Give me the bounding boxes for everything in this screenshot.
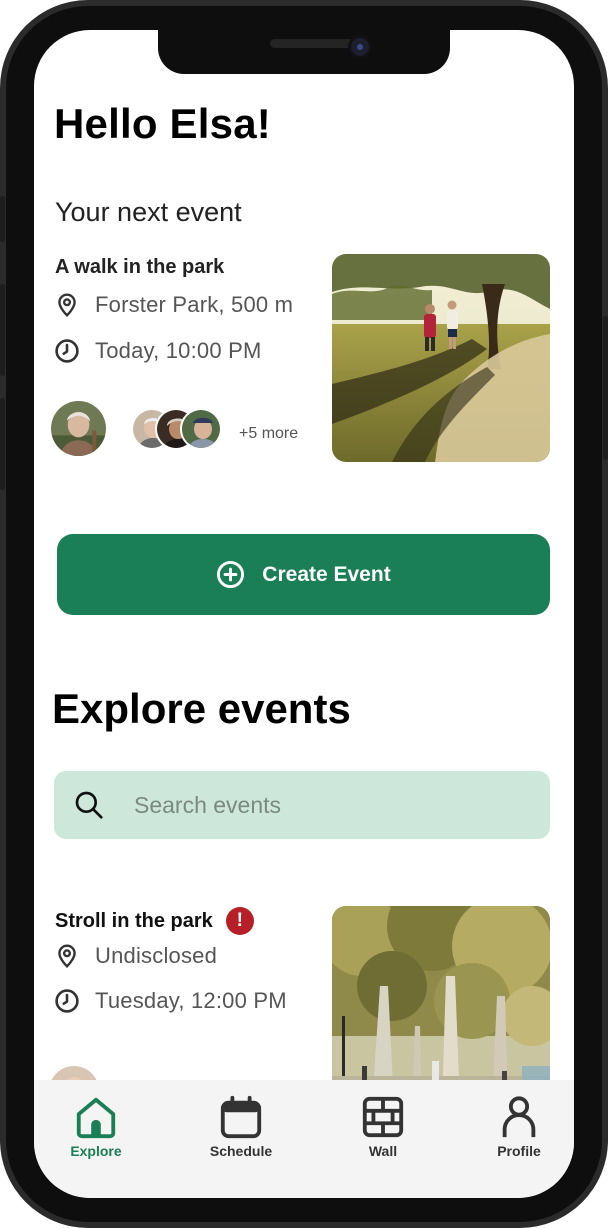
add-circle-icon [217, 560, 245, 589]
next-event-title: A walk in the park [55, 256, 225, 278]
next-event-time-row: Today, 10:00 PM [54, 338, 261, 364]
next-event-time: Today, 10:00 PM [95, 338, 262, 363]
greeting-title: Hello Elsa! [54, 100, 271, 147]
calendar-icon [220, 1095, 262, 1139]
event-location-row: Undisclosed [54, 943, 217, 969]
tab-explore[interactable]: Explore [41, 1094, 151, 1159]
home-icon [76, 1097, 116, 1139]
search-bar[interactable] [54, 771, 550, 839]
create-event-button[interactable]: Create Event [57, 534, 550, 615]
alert-icon: ! [225, 907, 254, 935]
organizer-avatar[interactable] [49, 399, 108, 458]
search-icon [75, 791, 103, 819]
tab-label: Explore [70, 1143, 122, 1159]
tab-schedule[interactable]: Schedule [186, 1094, 296, 1159]
next-event-location: Forster Park, 500 m [95, 292, 294, 317]
event-title-text: Stroll in the park [55, 909, 213, 932]
event-title: Stroll in the park ! [55, 907, 254, 935]
front-camera [348, 35, 372, 59]
participant-avatar[interactable] [180, 408, 222, 450]
event-time-row: Tuesday, 12:00 PM [54, 988, 287, 1014]
power-button [603, 316, 608, 460]
tab-profile[interactable]: Profile [464, 1094, 574, 1159]
next-event-heading: Your next event [55, 197, 242, 227]
event-time: Tuesday, 12:00 PM [95, 988, 287, 1013]
notch [158, 30, 450, 74]
tab-label: Profile [497, 1143, 541, 1159]
volume-down-button [0, 398, 5, 490]
explore-heading: Explore events [52, 685, 351, 732]
person-icon [502, 1096, 536, 1138]
app-screen: Hello Elsa! Your next event A walk in th… [34, 30, 574, 1198]
next-event-photo[interactable] [332, 254, 550, 462]
create-event-label: Create Event [262, 562, 391, 586]
tab-label: Schedule [209, 1143, 273, 1159]
next-event-location-row: Forster Park, 500 m [54, 292, 293, 318]
brick-wall-icon [362, 1096, 404, 1138]
bottom-tab-bar: Explore Schedule Wall Profile [34, 1080, 574, 1198]
home-scroll-view[interactable]: Hello Elsa! Your next event A walk in th… [34, 30, 574, 1116]
location-pin-icon [58, 293, 76, 317]
more-participants-label[interactable]: +5 more [239, 425, 298, 443]
mute-switch [0, 196, 5, 242]
tab-wall[interactable]: Wall [328, 1094, 438, 1159]
clock-icon [55, 989, 79, 1013]
location-pin-icon [58, 944, 76, 968]
search-input[interactable] [132, 790, 512, 820]
clock-icon [55, 339, 79, 363]
event-location: Undisclosed [95, 943, 218, 968]
volume-up-button [0, 284, 5, 376]
tab-label: Wall [368, 1143, 398, 1159]
phone-frame: Hello Elsa! Your next event A walk in th… [0, 0, 608, 1228]
event-photo[interactable] [332, 906, 550, 1106]
